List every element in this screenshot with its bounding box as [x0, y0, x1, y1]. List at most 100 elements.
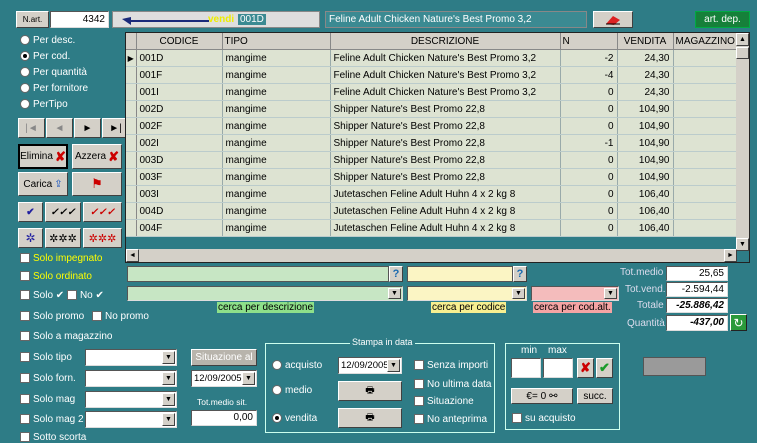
stampa-vendita-radio[interactable]: vendita: [272, 413, 317, 424]
stampa-medio-radio[interactable]: medio: [272, 385, 312, 396]
cell-codice[interactable]: 002I: [136, 134, 223, 152]
cell-codice[interactable]: 003I: [136, 185, 223, 203]
check-all-button[interactable]: ✓✓✓: [45, 202, 81, 222]
solo-impegnato-check[interactable]: Solo impegnato: [20, 253, 103, 264]
cell-vendita[interactable]: 104,90: [617, 151, 674, 169]
cell-n[interactable]: -1: [560, 134, 618, 152]
solo-magazzino-check[interactable]: Solo a magazzino: [20, 331, 113, 342]
cell-tipo[interactable]: mangime: [222, 151, 331, 169]
descrizione-search-input[interactable]: [127, 266, 389, 282]
cell-magazzino[interactable]: [673, 151, 738, 169]
cell-tipo[interactable]: mangime: [222, 117, 331, 135]
prev-record-button[interactable]: ◄: [46, 118, 73, 138]
col-codice[interactable]: CODICE: [136, 33, 223, 50]
cell-magazzino[interactable]: [673, 83, 738, 101]
cell-n[interactable]: 0: [560, 202, 618, 220]
cell-descrizione[interactable]: Jutetaschen Feline Adult Huhn 4 x 2 kg 8: [330, 185, 561, 203]
sort-fornitore-radio[interactable]: Per fornitore: [20, 83, 88, 94]
cell-tipo[interactable]: mangime: [222, 202, 331, 220]
minmax-ok-button[interactable]: ✔: [596, 358, 613, 378]
cell-n[interactable]: 0: [560, 151, 618, 169]
max-input[interactable]: [543, 358, 573, 378]
mag2-select[interactable]: ▼: [85, 411, 177, 428]
cell-codice[interactable]: 004F: [136, 219, 223, 237]
scroll-thumb[interactable]: [736, 47, 749, 59]
articles-grid[interactable]: CODICE TIPO DESCRIZIONE N VENDITA MAGAZZ…: [125, 32, 750, 263]
solo-tipo-check[interactable]: Solo tipo: [20, 352, 72, 363]
codice-search-input[interactable]: [407, 266, 513, 282]
sort-desc-radio[interactable]: Per desc.: [20, 35, 75, 46]
art-dep-button[interactable]: art. dep.: [695, 11, 750, 28]
cell-tipo[interactable]: mangime: [222, 49, 331, 67]
row-selector[interactable]: [126, 219, 137, 237]
print-button[interactable]: 🖶: [338, 408, 402, 428]
sotto-scorta-check[interactable]: Sotto scorta: [20, 432, 86, 443]
descrizione-select[interactable]: ▼: [127, 286, 403, 301]
next-record-button[interactable]: ►: [74, 118, 101, 138]
cell-descrizione[interactable]: Feline Adult Chicken Nature's Best Promo…: [330, 66, 561, 84]
cell-codice[interactable]: 003D: [136, 151, 223, 169]
cell-vendita[interactable]: 104,90: [617, 100, 674, 118]
cell-tipo[interactable]: mangime: [222, 83, 331, 101]
cell-vendita[interactable]: 24,30: [617, 49, 674, 67]
min-input[interactable]: [511, 358, 541, 378]
uncheck-all-button[interactable]: ✓✓✓: [83, 202, 122, 222]
mag-select[interactable]: ▼: [85, 391, 177, 408]
table-row[interactable]: 002D mangime Shipper Nature's Best Promo 2…: [126, 100, 738, 118]
col-magazzino[interactable]: MAGAZZINO: [673, 33, 738, 50]
first-record-button[interactable]: |◄: [18, 118, 45, 138]
scroll-up-icon[interactable]: ▲: [736, 33, 749, 46]
description-field[interactable]: Feline Adult Chicken Nature's Best Promo…: [325, 11, 587, 28]
gear-one-button[interactable]: ✲: [18, 228, 43, 248]
cell-codice[interactable]: 001I: [136, 83, 223, 101]
carica-button[interactable]: Carica ⇪: [18, 172, 68, 196]
cell-n[interactable]: 0: [560, 185, 618, 203]
cell-tipo[interactable]: mangime: [222, 100, 331, 118]
cell-descrizione[interactable]: Shipper Nature's Best Promo 22,8: [330, 117, 561, 135]
no-promo-check[interactable]: No promo: [92, 311, 149, 322]
row-selector[interactable]: [126, 168, 137, 186]
scroll-down-icon[interactable]: ▼: [736, 238, 749, 251]
scroll-right-icon[interactable]: ►: [724, 249, 737, 262]
clear-filter-button[interactable]: ⚑: [72, 172, 122, 196]
tipo-select[interactable]: ▼: [85, 349, 177, 366]
sort-quantita-radio[interactable]: Per quantità: [20, 67, 87, 78]
solo-forn-check[interactable]: Solo forn.: [20, 373, 76, 384]
codice-help-button[interactable]: ?: [513, 266, 527, 282]
cell-magazzino[interactable]: [673, 66, 738, 84]
cell-magazzino[interactable]: [673, 202, 738, 220]
cell-n[interactable]: 0: [560, 168, 618, 186]
cell-vendita[interactable]: 104,90: [617, 134, 674, 152]
cell-descrizione[interactable]: Shipper Nature's Best Promo 22,8: [330, 151, 561, 169]
codice-select[interactable]: ▼: [407, 286, 527, 301]
cell-magazzino[interactable]: [673, 185, 738, 203]
cell-tipo[interactable]: mangime: [222, 219, 331, 237]
solo-check-row[interactable]: Solo ✔ No ✔: [20, 290, 104, 301]
col-descrizione[interactable]: DESCRIZIONE: [330, 33, 561, 50]
cell-n[interactable]: 0: [560, 117, 618, 135]
table-row[interactable]: 002I mangime Shipper Nature's Best Promo 2…: [126, 134, 738, 152]
table-row[interactable]: 003F mangime Shipper Nature's Best Promo 2…: [126, 168, 738, 186]
mode-bar[interactable]: vendi 001D: [112, 11, 320, 28]
cell-descrizione[interactable]: Feline Adult Chicken Nature's Best Promo…: [330, 49, 561, 67]
cell-tipo[interactable]: mangime: [222, 134, 331, 152]
cell-descrizione[interactable]: Shipper Nature's Best Promo 22,8: [330, 134, 561, 152]
no-ultima-data-check[interactable]: No ultima data: [414, 379, 491, 390]
table-row[interactable]: 003I mangime Jutetaschen Feline Adult Huhn…: [126, 185, 738, 203]
row-selector[interactable]: [126, 185, 137, 203]
col-tipo[interactable]: TIPO: [222, 33, 331, 50]
fornitore-select[interactable]: ▼: [85, 370, 177, 387]
cell-magazzino[interactable]: [673, 168, 738, 186]
cell-vendita[interactable]: 106,40: [617, 185, 674, 203]
cell-codice[interactable]: 002F: [136, 117, 223, 135]
current-row-indicator[interactable]: ▶: [126, 49, 137, 67]
cell-n[interactable]: 0: [560, 83, 618, 101]
su-acquisto-check[interactable]: su acquisto: [512, 413, 576, 424]
cell-codice[interactable]: 001F: [136, 66, 223, 84]
cell-descrizione[interactable]: Shipper Nature's Best Promo 22,8: [330, 100, 561, 118]
cell-n[interactable]: -4: [560, 66, 618, 84]
solo-mag2-check[interactable]: Solo mag 2: [20, 414, 84, 425]
stampa-acquisto-radio[interactable]: acquisto: [272, 360, 322, 371]
elimina-button[interactable]: Elimina ✘: [18, 144, 68, 169]
cell-descrizione[interactable]: Feline Adult Chicken Nature's Best Promo…: [330, 83, 561, 101]
